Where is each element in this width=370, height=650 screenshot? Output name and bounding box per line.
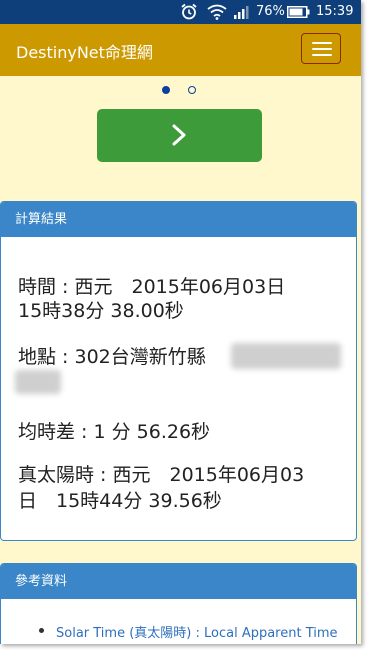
list-bullet <box>39 628 44 633</box>
hamburger-menu-icon <box>312 42 332 44</box>
result-panel: 計算結果 時間 : 西元 2015年06月03日 15時38分 38.00秒 地… <box>0 201 357 541</box>
time-line-2: 15時38分 38.00秒 <box>18 300 184 322</box>
status-bar: 76% 15:39 <box>0 0 361 24</box>
carousel-next-button[interactable] <box>97 109 262 162</box>
brand-title[interactable]: DestinyNet命理網 <box>16 39 153 63</box>
phone-screen: 76% 15:39 DestinyNet命理網 計算結果 時間 : 西元 201… <box>0 0 361 644</box>
hamburger-menu-icon <box>312 48 332 50</box>
carousel-indicator-1[interactable] <box>162 86 170 94</box>
alarm-icon <box>180 3 198 24</box>
carousel-indicator-2[interactable] <box>188 86 196 94</box>
true-solar-time-line-1: 真太陽時 : 西元 2015年06月03 <box>18 464 305 486</box>
time-line-1: 時間 : 西元 2015年06月03日 <box>18 276 286 298</box>
wifi-icon <box>207 4 227 24</box>
equation-of-time-line: 均時差 : 1 分 56.26秒 <box>18 421 211 443</box>
navbar: DestinyNet命理網 <box>0 24 361 76</box>
redacted-address-blur <box>15 370 61 394</box>
battery-percent: 76% <box>256 4 285 19</box>
signal-icon <box>234 6 250 23</box>
location-line: 地點 : 302台灣新竹縣 <box>18 346 206 368</box>
battery-icon <box>287 6 310 22</box>
redacted-address-blur <box>231 343 341 369</box>
reference-panel-heading: 參考資料 <box>1 564 356 599</box>
reference-panel: 參考資料 Solar Time (真太陽時) : Local Apparent … <box>0 563 357 644</box>
chevron-right-icon <box>172 124 186 146</box>
menu-toggle-button[interactable] <box>301 33 341 64</box>
result-panel-heading: 計算結果 <box>1 202 356 237</box>
status-clock: 15:39 <box>316 4 354 19</box>
reference-link-solar-time[interactable]: Solar Time (真太陽時) : Local Apparent Time <box>56 622 338 641</box>
hamburger-menu-icon <box>312 54 332 56</box>
true-solar-time-line-2: 日 15時44分 39.56秒 <box>18 490 222 512</box>
